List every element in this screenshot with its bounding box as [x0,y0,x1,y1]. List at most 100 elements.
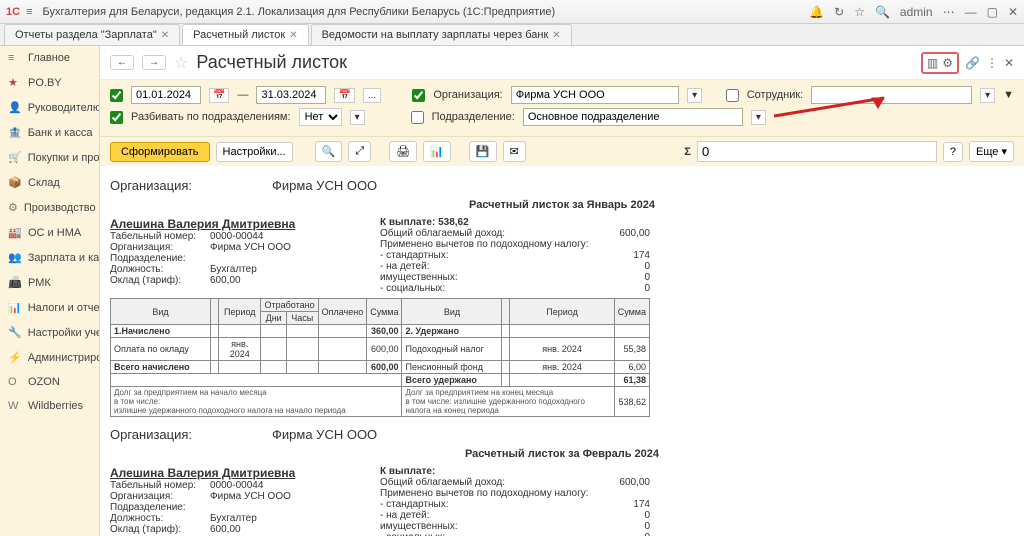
org-label: Организация: [433,89,502,101]
sidebar-item-icon: 👤 [8,101,22,114]
forward-button[interactable]: → [142,55,166,70]
window-icon[interactable]: ▢ [987,5,998,19]
podr-input[interactable] [523,108,743,126]
sidebar-item-icon: ★ [8,76,22,89]
titlebar: 1C ≡ Бухгалтерия для Беларуси, редакция … [0,0,1024,24]
search-icon[interactable]: 🔍 [875,5,890,19]
razb-select[interactable]: Нет [299,108,342,126]
user-label[interactable]: admin [900,5,933,19]
sidebar-item[interactable]: 🛒Покупки и продажи [0,145,99,170]
sidebar-item[interactable]: ⚙Производство [0,195,99,220]
tab[interactable]: Ведомости на выплату зарплаты через банк… [311,24,572,45]
sidebar-item[interactable]: ≡Главное [0,46,99,70]
sidebar-item[interactable]: 🏦 Банк и касса [0,120,99,145]
calendar-from-icon[interactable]: 📅 [209,88,229,103]
page-header: ← → ☆ Расчетный листок ▥ ⚙ 🔗 ⋮ ✕ [100,46,1024,80]
sidebar-item-label: Руководителю [28,102,100,114]
date-range-checkbox[interactable] [110,89,123,102]
org-input[interactable] [511,86,679,104]
highlighted-tools: ▥ ⚙ [921,52,959,74]
star-icon[interactable]: ☆ [854,5,865,19]
sidebar-item-label: Зарплата и кадры [28,252,100,264]
sidebar-item[interactable]: W Wildberries [0,394,99,418]
date-from-input[interactable] [131,86,201,104]
sidebar-item-label: Банк и касса [28,127,93,139]
sidebar-item[interactable]: ⚡ Администрирование [0,345,99,370]
org-checkbox[interactable] [412,89,425,102]
sidebar-item[interactable]: 📊Налоги и отчетность [0,295,99,320]
filter-icon[interactable]: ▼ [1003,89,1014,101]
razb-extra-button[interactable]: ▾ [350,110,365,125]
sidebar-item-icon: 🏭 [8,226,22,239]
sidebar-item-icon: 👥 [8,251,22,264]
sidebar-item-icon: W [8,400,22,412]
sigma-label: Σ [684,146,691,158]
settings-button[interactable]: Настройки... [216,142,293,162]
sidebar-item-icon: 🏦 [8,126,22,139]
sidebar-item[interactable]: 👥 Зарплата и кадры [0,245,99,270]
minimize-icon[interactable]: — [965,5,977,19]
podr-label: Подразделение: [432,111,515,123]
sidebar-item[interactable]: 🏭ОС и НМА [0,220,99,245]
podr-checkbox[interactable] [411,111,424,124]
sidebar-item-label: Склад [28,177,60,189]
sidebar-item[interactable]: 📦 Склад [0,170,99,195]
sidebar-item-icon: ⚙ [8,201,18,214]
org-dropdown-icon[interactable]: ▾ [687,88,702,103]
sidebar-item[interactable]: ★PO.BY [0,70,99,95]
calendar-to-icon[interactable]: 📅 [334,88,354,103]
sidebar-item-icon: ≡ [8,52,22,64]
tab[interactable]: Отчеты раздела "Зарплата"✕ [4,24,180,45]
tab-close-icon[interactable]: ✕ [289,30,297,41]
sidebar-item-label: Настройки учета [28,327,100,339]
sidebar-item[interactable]: 👤 Руководителю [0,95,99,120]
sidebar-item-label: Покупки и продажи [28,152,100,164]
email-icon[interactable]: ✉ [503,141,526,162]
expand-icon[interactable]: ⤢ [348,141,371,162]
report-toolbar: Сформировать Настройки... 🔍 ⤢ 🖨 📊 💾 ✉ Σ … [100,136,1024,166]
close-icon[interactable]: ✕ [1008,5,1018,19]
date-to-input[interactable] [256,86,326,104]
search-report-icon[interactable]: 🔍 [315,141,343,162]
sidebar-item-icon: ⚡ [8,351,22,364]
back-button[interactable]: ← [110,55,134,70]
sidebar-item-label: Администрирование [28,352,100,364]
sidebar-item-label: OZON [28,376,60,388]
sum-input[interactable] [697,141,937,162]
main-area: ← → ☆ Расчетный листок ▥ ⚙ 🔗 ⋮ ✕ 📅 — 📅 .… [100,46,1024,536]
sidebar-item-icon: 📊 [8,301,22,314]
sotr-checkbox[interactable] [726,89,739,102]
more-icon[interactable]: ⋮ [986,56,998,70]
sidebar-item[interactable]: 📠РМК [0,270,99,295]
razb-label: Разбивать по подразделениям: [131,111,291,123]
close-page-icon[interactable]: ✕ [1004,56,1014,70]
link-icon[interactable]: 🔗 [965,56,980,70]
podr-dropdown-icon[interactable]: ▾ [751,110,766,125]
history-icon[interactable]: ↻ [834,5,844,19]
sidebar-item[interactable]: 🔧Настройки учета [0,320,99,345]
menu-icon[interactable]: ≡ [26,6,32,18]
sidebar-item-icon: 📦 [8,176,22,189]
bell-icon[interactable]: 🔔 [809,5,824,19]
options-icon[interactable]: ⋯ [943,5,955,19]
tab-close-icon[interactable]: ✕ [552,30,560,41]
view-mode-icon[interactable]: ▥ [927,56,938,70]
chart-icon[interactable]: 📊 [423,141,451,162]
more-button[interactable]: Еще ▾ [969,141,1014,162]
sidebar-item[interactable]: OOZON [0,370,99,394]
sotr-dropdown-icon[interactable]: ▾ [980,88,995,103]
print-icon[interactable]: 🖨 [389,141,417,162]
date-select-button[interactable]: ... [363,88,381,103]
document-tabs: Отчеты раздела "Зарплата"✕Расчетный лист… [0,24,1024,46]
razb-checkbox[interactable] [110,111,123,124]
tab[interactable]: Расчетный листок✕ [182,24,308,45]
settings-gear-icon[interactable]: ⚙ [942,56,953,70]
save-icon[interactable]: 💾 [469,141,497,162]
generate-button[interactable]: Сформировать [110,142,210,162]
favorite-icon[interactable]: ☆ [174,53,188,73]
sidebar-item-label: Wildberries [28,400,83,412]
sotr-input[interactable] [811,86,972,104]
period-title: Расчетный листок за Февраль 2024 [110,448,1014,460]
tab-close-icon[interactable]: ✕ [161,30,169,41]
help-icon[interactable]: ? [943,142,963,162]
